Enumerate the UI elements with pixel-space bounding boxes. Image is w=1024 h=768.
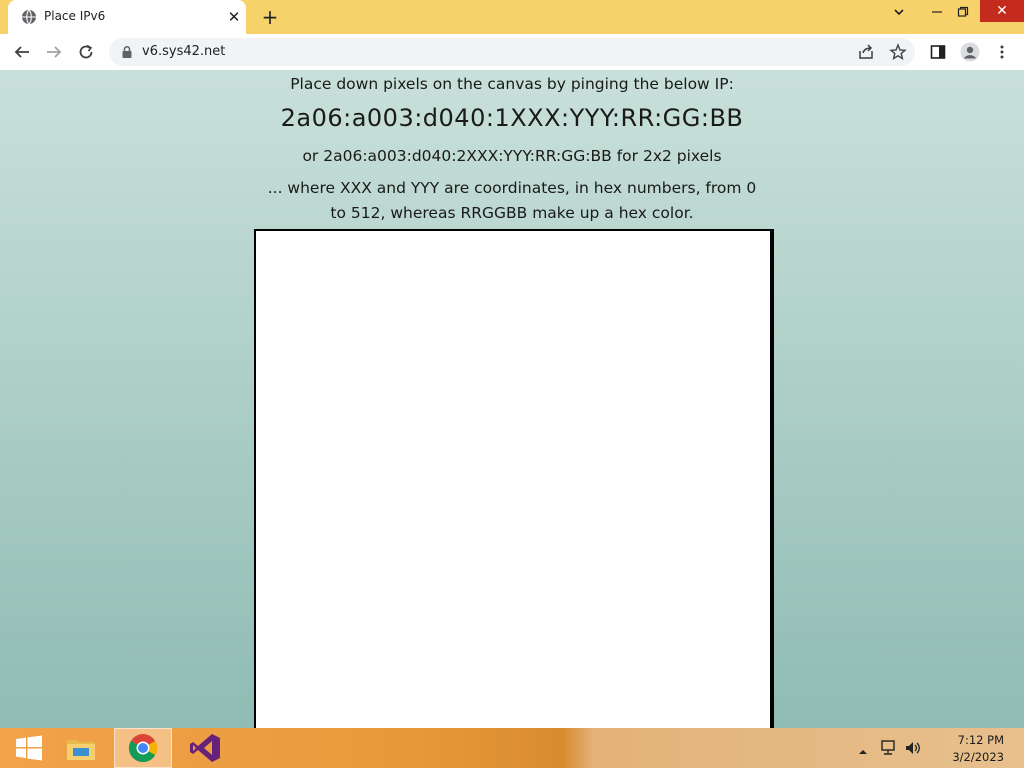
- back-icon[interactable]: [10, 40, 34, 64]
- chrome-icon[interactable]: [114, 728, 172, 768]
- show-hidden-icons-icon[interactable]: [858, 742, 868, 761]
- intro-text: Place down pixels on the canvas by pingi…: [290, 75, 734, 93]
- clock-date[interactable]: 3/2/2023: [952, 750, 1004, 764]
- browser-tab[interactable]: Place IPv6 ✕: [8, 0, 246, 34]
- page-content: Place down pixels on the canvas by pingi…: [0, 70, 1024, 728]
- tab-strip: Place IPv6 ✕ + ✕: [0, 0, 1024, 34]
- volume-icon[interactable]: [904, 740, 922, 760]
- menu-dots-icon[interactable]: [990, 40, 1014, 64]
- new-tab-button[interactable]: +: [258, 6, 282, 30]
- forward-icon[interactable]: [42, 40, 66, 64]
- bookmark-star-icon[interactable]: [886, 40, 910, 64]
- system-tray: 7:12 PM 3/2/2023: [854, 728, 1024, 768]
- window-close-icon[interactable]: ✕: [980, 0, 1024, 22]
- globe-icon: [22, 9, 36, 25]
- tab-title: Place IPv6: [44, 9, 106, 23]
- description-text: ... where XXX and YYY are coordinates, i…: [267, 179, 757, 222]
- pixel-canvas[interactable]: [254, 229, 774, 728]
- clock-time[interactable]: 7:12 PM: [958, 733, 1004, 747]
- alt-ip-format-text: or 2a06:a003:d040:2XXX:YYY:RR:GG:BB for …: [302, 147, 722, 165]
- profile-icon[interactable]: [958, 40, 982, 64]
- tab-close-icon[interactable]: ✕: [226, 9, 242, 25]
- url-text[interactable]: v6.sys42.net: [142, 44, 225, 59]
- lock-icon[interactable]: [120, 45, 134, 59]
- restore-icon[interactable]: [950, 0, 976, 22]
- browser-chrome: Place IPv6 ✕ + ✕ v6.sys42.net: [0, 0, 1024, 71]
- browser-toolbar: v6.sys42.net: [0, 34, 1024, 71]
- address-bar[interactable]: v6.sys42.net: [109, 38, 915, 66]
- side-panel-icon[interactable]: [926, 40, 950, 64]
- minimize-icon[interactable]: [924, 0, 950, 22]
- taskbar: 7:12 PM 3/2/2023: [0, 728, 1024, 768]
- ip-format-heading: 2a06:a003:d040:1XXX:YYY:RR:GG:BB: [280, 104, 744, 132]
- share-icon[interactable]: [854, 40, 878, 64]
- visual-studio-icon[interactable]: [176, 728, 234, 768]
- network-icon[interactable]: [880, 740, 898, 760]
- file-explorer-icon[interactable]: [52, 728, 110, 768]
- tab-search-chevron-icon[interactable]: [884, 0, 914, 22]
- windows-start-icon[interactable]: [0, 728, 58, 768]
- reload-icon[interactable]: [74, 40, 98, 64]
